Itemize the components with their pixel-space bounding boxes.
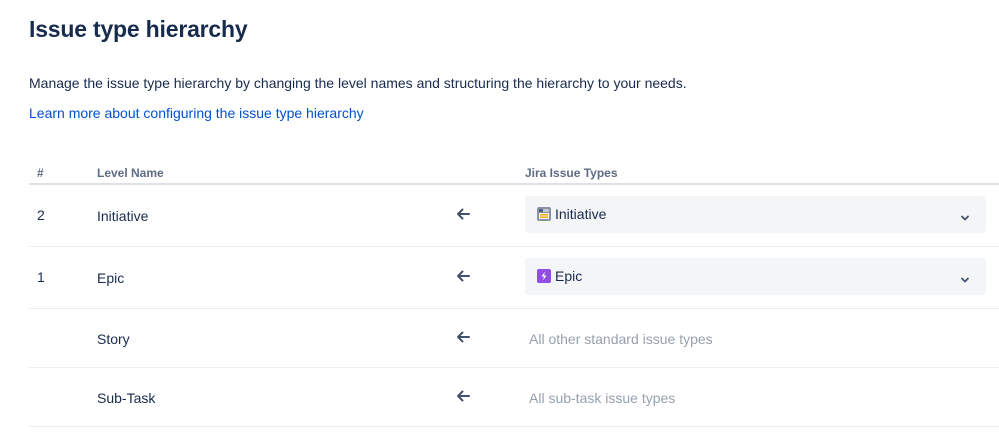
- row-level-name: Initiative: [97, 208, 149, 224]
- chevron-down-icon: [960, 210, 970, 221]
- issue-type-select-initiative[interactable]: Initiative: [525, 196, 986, 233]
- row-level-name: Epic: [97, 270, 125, 286]
- table-row: Sub-Task All sub-task issue types: [29, 368, 999, 427]
- page-title: Issue type hierarchy: [29, 16, 248, 42]
- table-header: # Level Name Jira Issue Types: [29, 160, 999, 185]
- initiative-icon: [537, 207, 551, 221]
- select-value: Epic: [555, 268, 583, 284]
- learn-more-link[interactable]: Learn more about configuring the issue t…: [29, 105, 364, 121]
- epic-icon: [537, 269, 551, 283]
- issue-types-text: All sub-task issue types: [529, 390, 676, 406]
- issue-type-select-epic[interactable]: Epic: [525, 258, 986, 295]
- arrow-left-icon: [455, 268, 471, 284]
- hierarchy-table: # Level Name Jira Issue Types 2 Initiati…: [29, 160, 999, 427]
- select-value: Initiative: [555, 206, 607, 222]
- row-number: 1: [37, 269, 45, 285]
- table-row: 1 Epic Epic: [29, 247, 999, 309]
- header-number: #: [37, 166, 44, 180]
- header-level-name: Level Name: [97, 166, 164, 180]
- row-level-name: Story: [97, 331, 130, 347]
- issue-types-text: All other standard issue types: [529, 331, 713, 347]
- table-row: Story All other standard issue types: [29, 309, 999, 368]
- page-description: Manage the issue type hierarchy by chang…: [29, 75, 687, 91]
- table-row: 2 Initiative Initiative: [29, 185, 999, 247]
- row-level-name: Sub-Task: [97, 390, 156, 406]
- arrow-left-icon: [455, 206, 471, 222]
- row-number: 2: [37, 207, 45, 223]
- chevron-down-icon: [960, 272, 970, 283]
- arrow-left-icon: [455, 329, 471, 345]
- issue-type-hierarchy-page: Issue type hierarchy Manage the issue ty…: [0, 0, 999, 439]
- header-jira-issue-types: Jira Issue Types: [525, 166, 618, 180]
- arrow-left-icon: [455, 388, 471, 404]
